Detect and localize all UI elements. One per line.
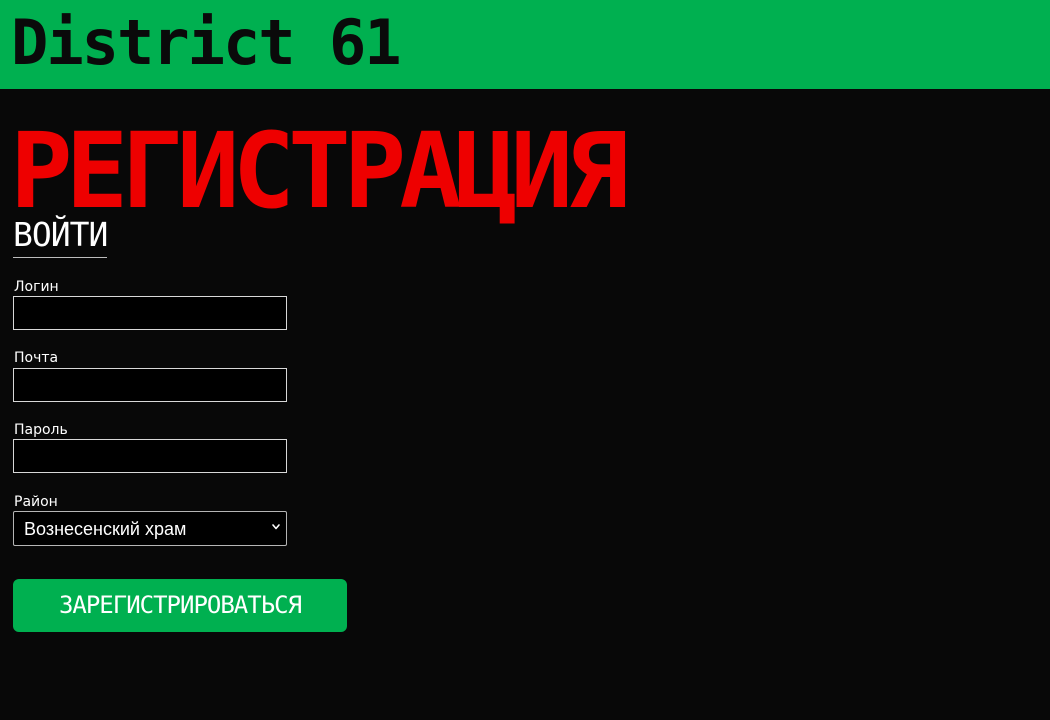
brand-logo[interactable]: District 61 xyxy=(11,10,402,76)
district-select[interactable]: Вознесенский храм xyxy=(13,511,287,546)
chevron-down-icon xyxy=(272,524,280,530)
password-input[interactable] xyxy=(13,439,287,473)
login-label: Логин xyxy=(14,279,59,295)
password-label: Пароль xyxy=(14,422,68,438)
district-label: Район xyxy=(14,494,58,510)
page-title: РЕГИСТРАЦИЯ xyxy=(10,110,629,232)
login-link[interactable]: ВОЙТИ xyxy=(13,215,108,258)
district-selected-value: Вознесенский храм xyxy=(24,519,187,539)
login-input[interactable] xyxy=(13,296,287,330)
email-label: Почта xyxy=(14,350,59,366)
site-header: District 61 xyxy=(0,0,1050,89)
email-input[interactable] xyxy=(13,368,287,402)
register-button[interactable]: ЗАРЕГИСТРИРОВАТЬСЯ xyxy=(13,579,347,632)
